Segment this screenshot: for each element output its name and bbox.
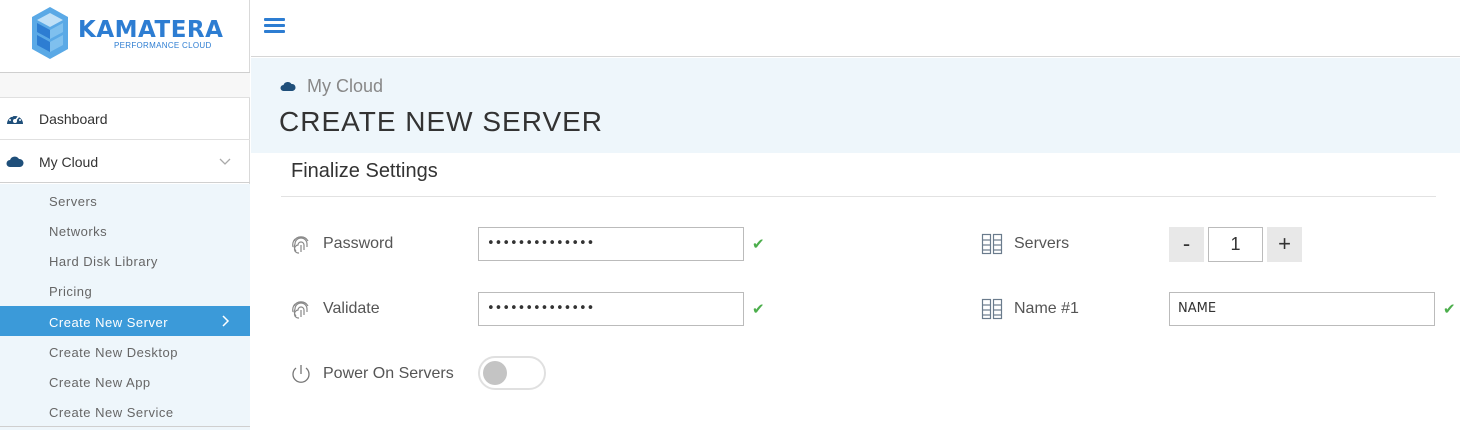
sidebar-item-hard-disk-library[interactable]: Hard Disk Library (0, 245, 250, 275)
fingerprint-icon (292, 236, 309, 254)
password-field[interactable]: •••••••••••••• (478, 227, 744, 261)
power-icon (292, 365, 310, 383)
valid-check-icon: ✔ (752, 301, 765, 318)
sidebar-item-pricing[interactable]: Pricing (0, 275, 250, 305)
decrement-button[interactable]: - (1169, 227, 1204, 262)
increment-button[interactable]: + (1267, 227, 1302, 262)
hamburger-menu-icon[interactable] (264, 18, 286, 36)
sidebar-item-my-cloud[interactable]: My Cloud (0, 141, 250, 183)
server-rack-icon (981, 298, 1003, 320)
kamatera-logo-icon (32, 7, 68, 59)
page-title: CREATE NEW SERVER (279, 106, 604, 137)
sidebar-item-servers[interactable]: Servers (0, 185, 250, 215)
servers-count-input[interactable]: 1 (1208, 227, 1263, 262)
page-header: My Cloud CREATE NEW SERVER (251, 58, 1460, 153)
sidebar-item-create-new-service[interactable]: Create New Service (0, 396, 250, 426)
power-on-toggle[interactable] (478, 356, 546, 390)
submenu-label: Servers (49, 194, 98, 209)
sidebar-item-create-new-app[interactable]: Create New App (0, 366, 250, 396)
toggle-knob (483, 361, 507, 385)
sidebar-item-label: Dashboard (39, 111, 108, 127)
section-title: Finalize Settings (291, 160, 438, 182)
submenu-label: Pricing (49, 284, 93, 299)
submenu-label: Create New Server (49, 315, 169, 330)
server-name-label: Name #1 (1014, 300, 1079, 317)
validate-label: Validate (323, 300, 380, 317)
submenu-label: Create New App (49, 375, 151, 390)
sidebar-item-create-new-server[interactable]: Create New Server (0, 306, 250, 336)
servers-count-label: Servers (1014, 235, 1070, 252)
sidebar: KAMATERA PERFORMANCE CLOUD Dashboard My … (0, 0, 250, 430)
sidebar-item-networks[interactable]: Networks (0, 215, 250, 245)
brand-tagline: PERFORMANCE CLOUD (114, 41, 212, 50)
sidebar-divider (0, 426, 250, 427)
dashboard-gauge-icon (7, 115, 23, 124)
sidebar-item-create-new-desktop[interactable]: Create New Desktop (0, 336, 250, 366)
valid-check-icon: ✔ (752, 236, 765, 253)
breadcrumb-my-cloud[interactable]: My Cloud (307, 76, 383, 97)
power-on-servers-label: Power On Servers (323, 365, 454, 382)
server-rack-icon (981, 233, 1003, 255)
my-cloud-submenu: Servers Networks Hard Disk Library Prici… (0, 184, 250, 430)
submenu-label: Hard Disk Library (49, 254, 158, 269)
submenu-label: Create New Service (49, 405, 174, 420)
submenu-label: Networks (49, 224, 108, 239)
chevron-right-icon (222, 315, 230, 327)
server-name-field[interactable]: NAME (1169, 292, 1435, 326)
validate-password-field[interactable]: •••••••••••••• (478, 292, 744, 326)
cloud-icon (6, 156, 24, 167)
top-bar (251, 0, 1460, 57)
valid-check-icon: ✔ (1443, 301, 1456, 318)
brand-name: KAMATERA (78, 17, 224, 43)
section-divider (281, 196, 1436, 197)
sidebar-item-label: My Cloud (39, 154, 99, 170)
password-label: Password (323, 235, 394, 252)
cloud-icon (280, 81, 296, 91)
fingerprint-icon (292, 301, 309, 319)
submenu-label: Create New Desktop (49, 345, 178, 360)
sidebar-divider (0, 72, 250, 98)
kamatera-logo[interactable]: KAMATERA PERFORMANCE CLOUD (0, 0, 250, 72)
sidebar-item-dashboard[interactable]: Dashboard (0, 98, 250, 140)
chevron-down-icon[interactable] (218, 154, 232, 168)
